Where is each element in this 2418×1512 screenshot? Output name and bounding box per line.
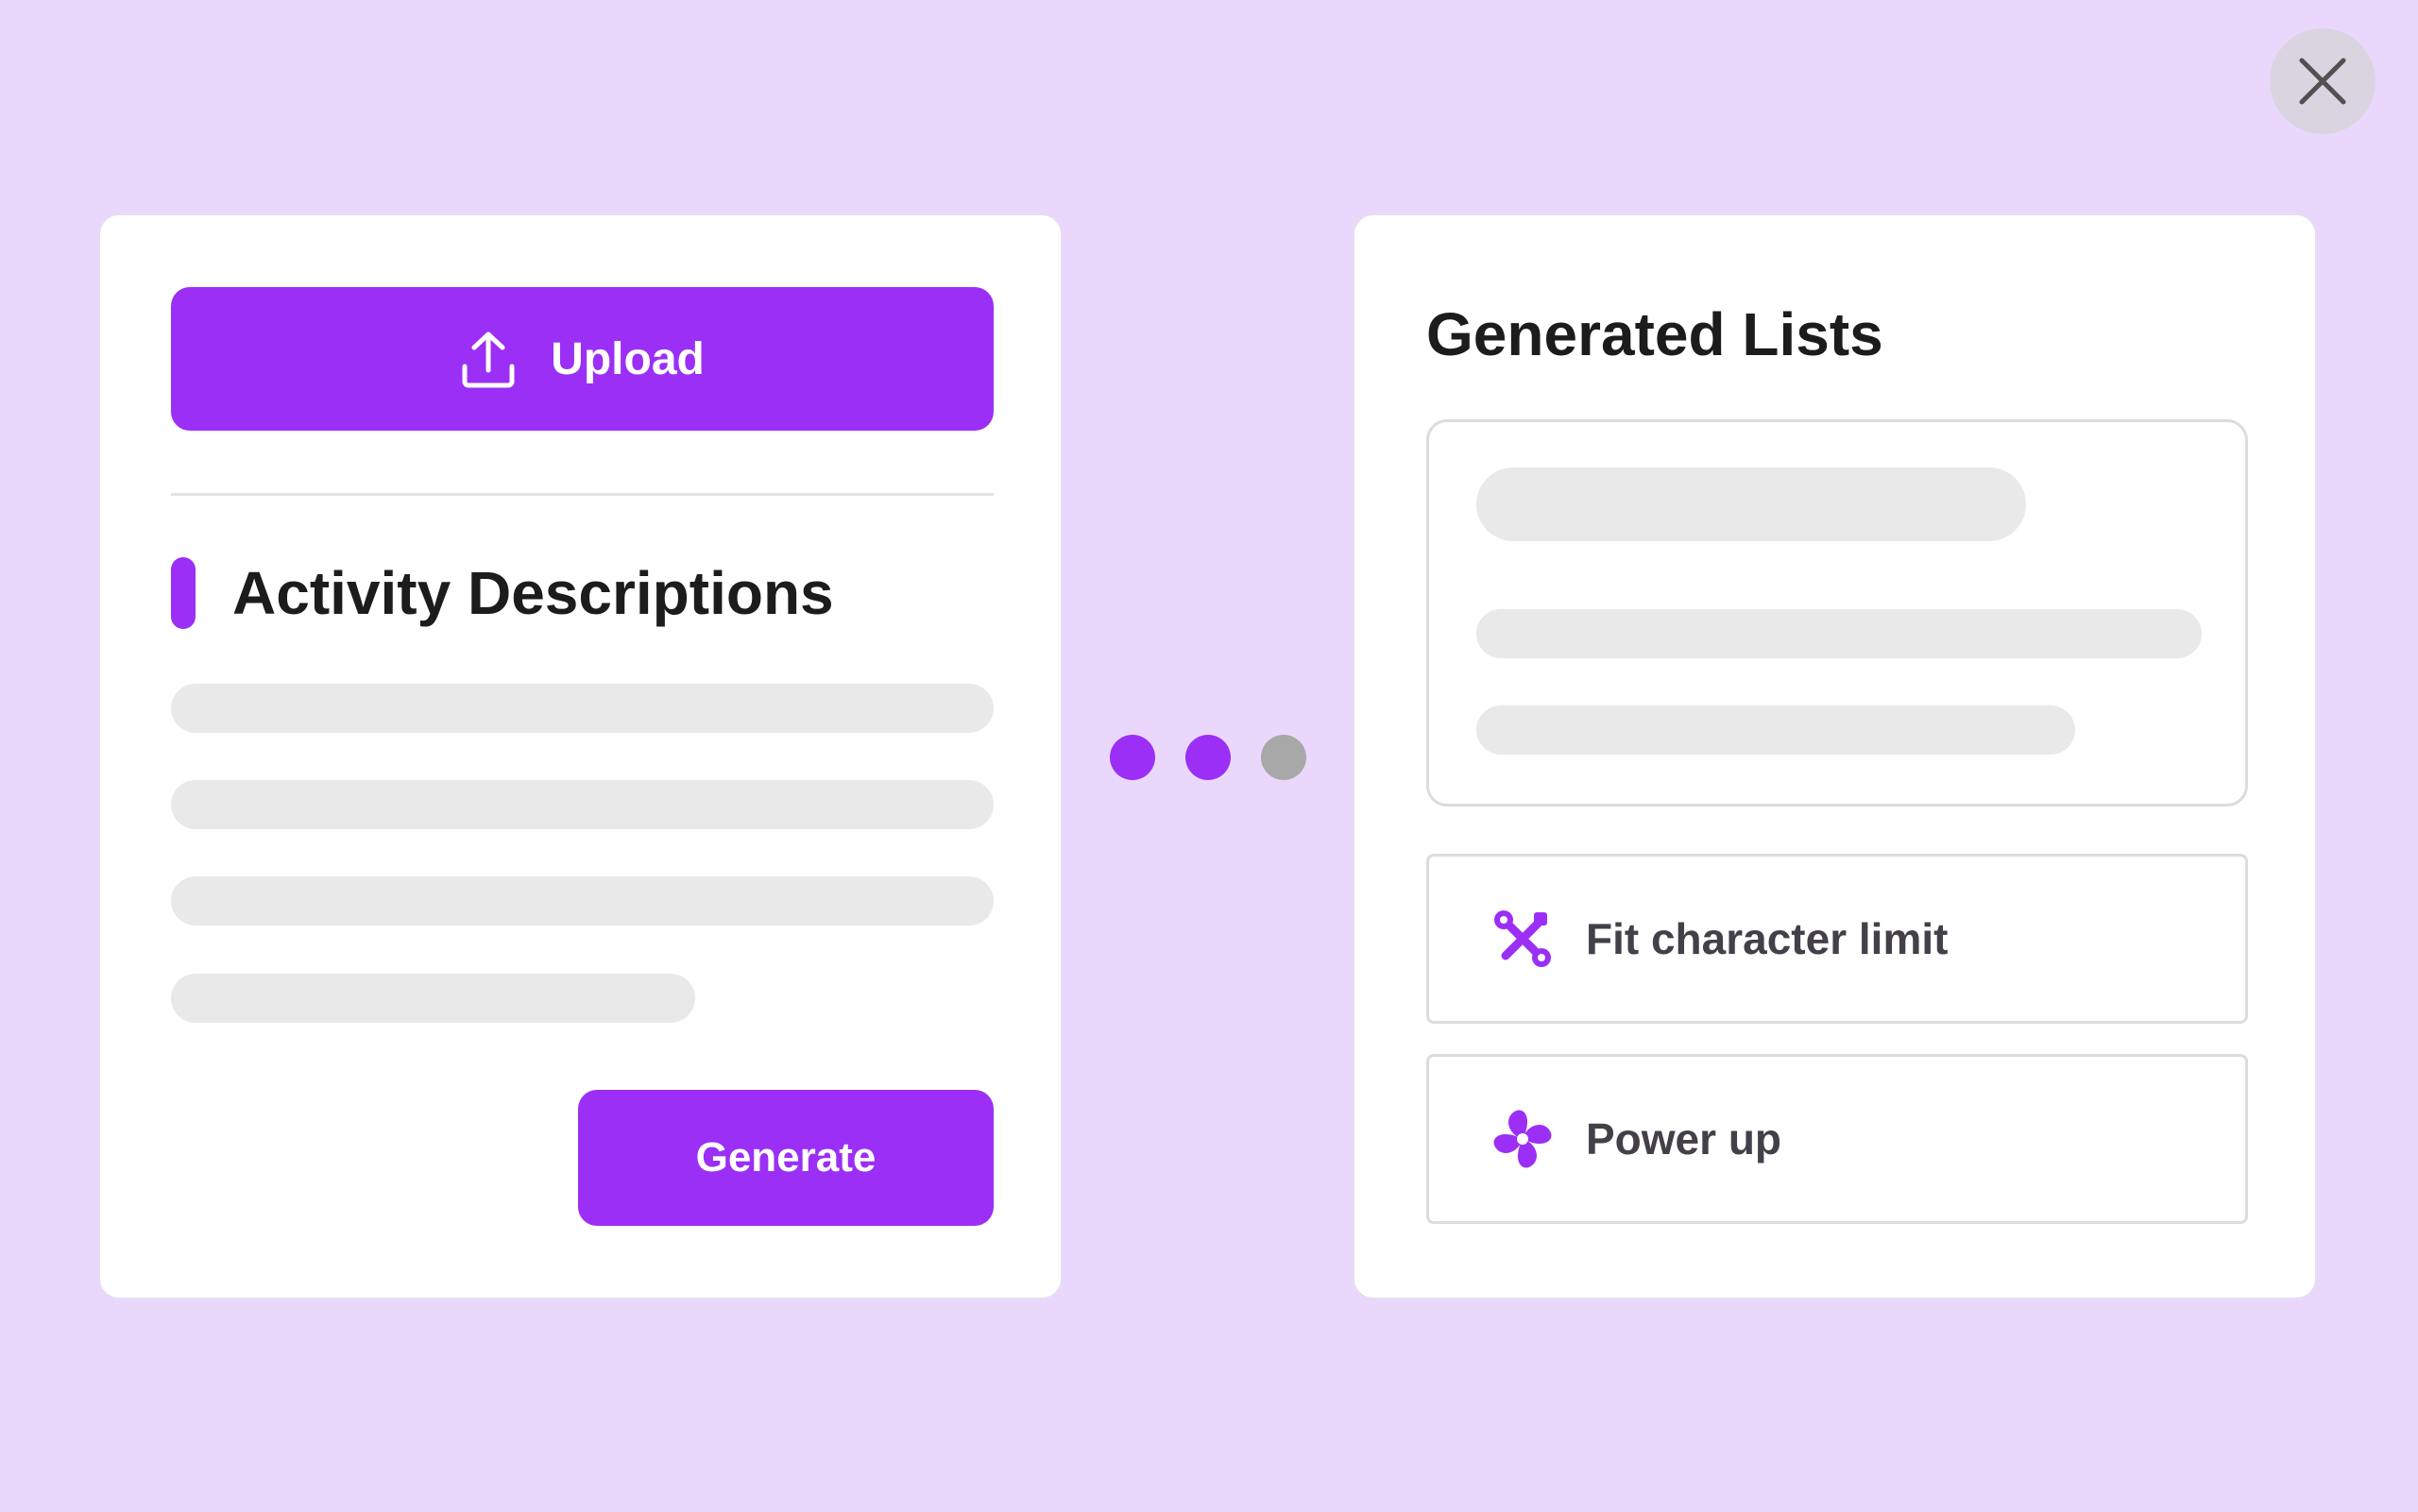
skeleton-heading: [1476, 467, 2026, 541]
section-accent-bar: [171, 557, 196, 629]
progress-dot-1: [1110, 735, 1155, 780]
option-label: Power up: [1586, 1114, 1782, 1164]
option-label: Fit character limit: [1586, 914, 1949, 963]
generate-button[interactable]: Generate: [578, 1090, 994, 1226]
generated-list-preview: [1426, 419, 2248, 807]
pinwheel-icon: [1490, 1106, 1556, 1172]
upload-button[interactable]: Upload: [171, 287, 994, 431]
close-button[interactable]: [2270, 28, 2375, 134]
close-icon: [2299, 58, 2346, 105]
tools-icon: [1490, 906, 1556, 972]
section-title: Activity Descriptions: [232, 559, 834, 627]
skeleton-line: [1476, 609, 2202, 658]
skeleton-line: [1476, 705, 2075, 755]
skeleton-line: [171, 684, 994, 733]
upload-label: Upload: [551, 333, 705, 384]
output-title: Generated Lists: [1426, 300, 1883, 368]
progress-dot-2: [1185, 735, 1231, 780]
generate-label: Generate: [695, 1134, 877, 1181]
output-panel: Generated Lists Fit character limit Powe…: [1353, 213, 2317, 1300]
option-power-up[interactable]: Power up: [1426, 1054, 2248, 1224]
upload-icon: [460, 329, 517, 389]
progress-dot-3: [1261, 735, 1306, 780]
skeleton-line: [171, 974, 695, 1023]
skeleton-line: [171, 876, 994, 926]
option-fit-character-limit[interactable]: Fit character limit: [1426, 854, 2248, 1024]
divider: [171, 493, 994, 496]
skeleton-line: [171, 780, 994, 829]
input-panel: Upload Activity Descriptions Generate: [98, 213, 1063, 1300]
